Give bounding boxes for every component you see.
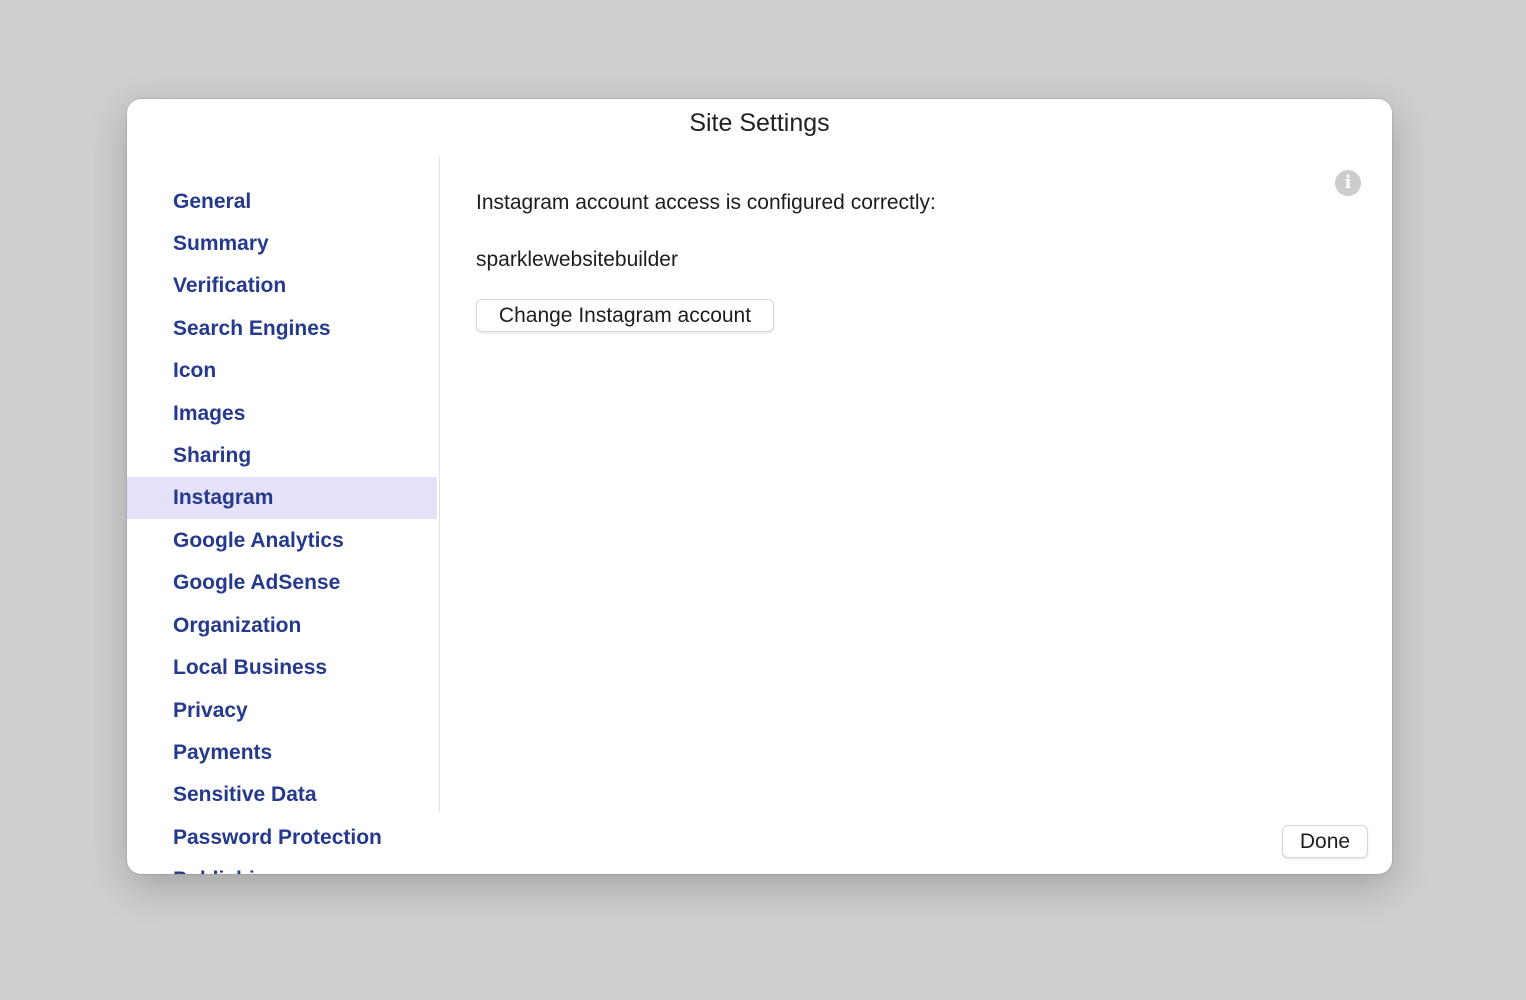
- info-icon[interactable]: i: [1335, 170, 1361, 196]
- instagram-account-name: sparklewebsitebuilder: [476, 248, 678, 271]
- sidebar-divider: [439, 157, 440, 812]
- sidebar-item-images[interactable]: Images: [127, 393, 437, 435]
- status-text: Instagram account access is configured c…: [476, 191, 936, 214]
- sidebar-item-google-adsense[interactable]: Google AdSense: [127, 562, 437, 604]
- sidebar-item-search-engines[interactable]: Search Engines: [127, 308, 437, 350]
- sidebar-item-organization[interactable]: Organization: [127, 605, 437, 647]
- sidebar-item-google-analytics[interactable]: Google Analytics: [127, 520, 437, 562]
- sidebar-item-password-protection[interactable]: Password Protection: [127, 817, 437, 859]
- instagram-settings-panel: Instagram account access is configured c…: [476, 99, 1392, 874]
- sidebar-item-verification[interactable]: Verification: [127, 265, 437, 307]
- sidebar-item-payments[interactable]: Payments: [127, 732, 437, 774]
- sidebar-item-local-business[interactable]: Local Business: [127, 647, 437, 689]
- sidebar-item-icon[interactable]: Icon: [127, 350, 437, 392]
- done-button[interactable]: Done: [1282, 825, 1368, 858]
- change-instagram-account-button[interactable]: Change Instagram account: [476, 299, 774, 332]
- sidebar-item-instagram[interactable]: Instagram: [127, 477, 437, 519]
- sidebar-item-summary[interactable]: Summary: [127, 223, 437, 265]
- sidebar-item-privacy[interactable]: Privacy: [127, 690, 437, 732]
- sidebar-item-sensitive-data[interactable]: Sensitive Data: [127, 774, 437, 816]
- sidebar-item-general[interactable]: General: [127, 181, 437, 223]
- sidebar-item-publishing[interactable]: Publishing: [127, 859, 437, 874]
- sidebar-item-sharing[interactable]: Sharing: [127, 435, 437, 477]
- sidebar: General Summary Verification Search Engi…: [127, 99, 438, 874]
- site-settings-dialog: Site Settings General Summary Verificati…: [127, 99, 1392, 874]
